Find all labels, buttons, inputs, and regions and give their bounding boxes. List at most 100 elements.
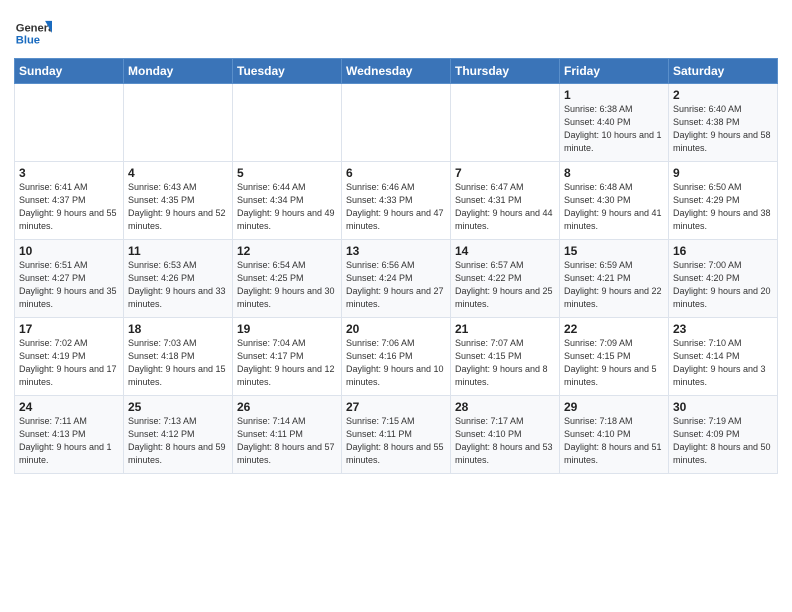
day-number: 1 [564,88,664,102]
day-number: 4 [128,166,228,180]
day-info: Sunrise: 7:19 AM Sunset: 4:09 PM Dayligh… [673,415,773,467]
day-number: 12 [237,244,337,258]
calendar-cell: 9Sunrise: 6:50 AM Sunset: 4:29 PM Daylig… [669,162,778,240]
logo: General Blue [14,14,52,52]
calendar-cell: 19Sunrise: 7:04 AM Sunset: 4:17 PM Dayli… [233,318,342,396]
col-header-friday: Friday [560,59,669,84]
calendar-cell: 29Sunrise: 7:18 AM Sunset: 4:10 PM Dayli… [560,396,669,474]
day-info: Sunrise: 6:43 AM Sunset: 4:35 PM Dayligh… [128,181,228,233]
calendar-cell: 13Sunrise: 6:56 AM Sunset: 4:24 PM Dayli… [342,240,451,318]
calendar-cell: 5Sunrise: 6:44 AM Sunset: 4:34 PM Daylig… [233,162,342,240]
calendar-cell: 25Sunrise: 7:13 AM Sunset: 4:12 PM Dayli… [124,396,233,474]
day-info: Sunrise: 7:09 AM Sunset: 4:15 PM Dayligh… [564,337,664,389]
day-number: 11 [128,244,228,258]
day-number: 30 [673,400,773,414]
day-number: 9 [673,166,773,180]
day-info: Sunrise: 7:15 AM Sunset: 4:11 PM Dayligh… [346,415,446,467]
calendar-cell [124,84,233,162]
calendar-cell: 17Sunrise: 7:02 AM Sunset: 4:19 PM Dayli… [15,318,124,396]
calendar-cell: 23Sunrise: 7:10 AM Sunset: 4:14 PM Dayli… [669,318,778,396]
logo-icon: General Blue [14,14,52,52]
col-header-thursday: Thursday [451,59,560,84]
day-number: 21 [455,322,555,336]
week-row-1: 1Sunrise: 6:38 AM Sunset: 4:40 PM Daylig… [15,84,778,162]
day-info: Sunrise: 6:48 AM Sunset: 4:30 PM Dayligh… [564,181,664,233]
day-info: Sunrise: 6:44 AM Sunset: 4:34 PM Dayligh… [237,181,337,233]
svg-text:General: General [16,22,52,34]
calendar-cell: 1Sunrise: 6:38 AM Sunset: 4:40 PM Daylig… [560,84,669,162]
col-header-sunday: Sunday [15,59,124,84]
calendar-cell: 28Sunrise: 7:17 AM Sunset: 4:10 PM Dayli… [451,396,560,474]
header-row: SundayMondayTuesdayWednesdayThursdayFrid… [15,59,778,84]
day-info: Sunrise: 7:04 AM Sunset: 4:17 PM Dayligh… [237,337,337,389]
day-info: Sunrise: 6:46 AM Sunset: 4:33 PM Dayligh… [346,181,446,233]
day-number: 26 [237,400,337,414]
day-info: Sunrise: 7:13 AM Sunset: 4:12 PM Dayligh… [128,415,228,467]
day-info: Sunrise: 6:53 AM Sunset: 4:26 PM Dayligh… [128,259,228,311]
day-info: Sunrise: 6:54 AM Sunset: 4:25 PM Dayligh… [237,259,337,311]
day-info: Sunrise: 6:41 AM Sunset: 4:37 PM Dayligh… [19,181,119,233]
calendar-cell: 15Sunrise: 6:59 AM Sunset: 4:21 PM Dayli… [560,240,669,318]
day-number: 28 [455,400,555,414]
calendar-cell [342,84,451,162]
col-header-monday: Monday [124,59,233,84]
day-number: 25 [128,400,228,414]
calendar-cell: 21Sunrise: 7:07 AM Sunset: 4:15 PM Dayli… [451,318,560,396]
calendar-cell: 3Sunrise: 6:41 AM Sunset: 4:37 PM Daylig… [15,162,124,240]
day-number: 23 [673,322,773,336]
week-row-3: 10Sunrise: 6:51 AM Sunset: 4:27 PM Dayli… [15,240,778,318]
calendar-cell [15,84,124,162]
calendar-cell: 6Sunrise: 6:46 AM Sunset: 4:33 PM Daylig… [342,162,451,240]
day-info: Sunrise: 6:56 AM Sunset: 4:24 PM Dayligh… [346,259,446,311]
day-number: 29 [564,400,664,414]
day-number: 20 [346,322,446,336]
day-number: 5 [237,166,337,180]
calendar-cell: 8Sunrise: 6:48 AM Sunset: 4:30 PM Daylig… [560,162,669,240]
day-info: Sunrise: 7:07 AM Sunset: 4:15 PM Dayligh… [455,337,555,389]
day-number: 2 [673,88,773,102]
header: General Blue [14,10,778,52]
week-row-2: 3Sunrise: 6:41 AM Sunset: 4:37 PM Daylig… [15,162,778,240]
day-info: Sunrise: 6:59 AM Sunset: 4:21 PM Dayligh… [564,259,664,311]
day-number: 13 [346,244,446,258]
day-info: Sunrise: 7:11 AM Sunset: 4:13 PM Dayligh… [19,415,119,467]
day-info: Sunrise: 7:03 AM Sunset: 4:18 PM Dayligh… [128,337,228,389]
day-number: 27 [346,400,446,414]
day-info: Sunrise: 6:50 AM Sunset: 4:29 PM Dayligh… [673,181,773,233]
day-number: 17 [19,322,119,336]
calendar-cell: 16Sunrise: 7:00 AM Sunset: 4:20 PM Dayli… [669,240,778,318]
day-info: Sunrise: 6:38 AM Sunset: 4:40 PM Dayligh… [564,103,664,155]
day-info: Sunrise: 7:10 AM Sunset: 4:14 PM Dayligh… [673,337,773,389]
col-header-wednesday: Wednesday [342,59,451,84]
calendar-cell: 18Sunrise: 7:03 AM Sunset: 4:18 PM Dayli… [124,318,233,396]
calendar-cell: 22Sunrise: 7:09 AM Sunset: 4:15 PM Dayli… [560,318,669,396]
calendar-cell: 30Sunrise: 7:19 AM Sunset: 4:09 PM Dayli… [669,396,778,474]
calendar-cell: 10Sunrise: 6:51 AM Sunset: 4:27 PM Dayli… [15,240,124,318]
page: General Blue SundayMondayTuesdayWednesda… [0,0,792,612]
day-info: Sunrise: 7:00 AM Sunset: 4:20 PM Dayligh… [673,259,773,311]
calendar-table: SundayMondayTuesdayWednesdayThursdayFrid… [14,58,778,474]
day-number: 3 [19,166,119,180]
day-info: Sunrise: 6:47 AM Sunset: 4:31 PM Dayligh… [455,181,555,233]
col-header-tuesday: Tuesday [233,59,342,84]
calendar-cell: 11Sunrise: 6:53 AM Sunset: 4:26 PM Dayli… [124,240,233,318]
day-info: Sunrise: 7:18 AM Sunset: 4:10 PM Dayligh… [564,415,664,467]
calendar-cell: 7Sunrise: 6:47 AM Sunset: 4:31 PM Daylig… [451,162,560,240]
day-number: 10 [19,244,119,258]
week-row-4: 17Sunrise: 7:02 AM Sunset: 4:19 PM Dayli… [15,318,778,396]
calendar-cell: 12Sunrise: 6:54 AM Sunset: 4:25 PM Dayli… [233,240,342,318]
day-number: 14 [455,244,555,258]
day-number: 19 [237,322,337,336]
calendar-cell [233,84,342,162]
day-number: 7 [455,166,555,180]
day-info: Sunrise: 6:57 AM Sunset: 4:22 PM Dayligh… [455,259,555,311]
day-info: Sunrise: 6:40 AM Sunset: 4:38 PM Dayligh… [673,103,773,155]
calendar-cell: 4Sunrise: 6:43 AM Sunset: 4:35 PM Daylig… [124,162,233,240]
day-info: Sunrise: 7:14 AM Sunset: 4:11 PM Dayligh… [237,415,337,467]
day-info: Sunrise: 7:02 AM Sunset: 4:19 PM Dayligh… [19,337,119,389]
day-info: Sunrise: 6:51 AM Sunset: 4:27 PM Dayligh… [19,259,119,311]
day-number: 8 [564,166,664,180]
day-number: 18 [128,322,228,336]
calendar-cell [451,84,560,162]
calendar-cell: 26Sunrise: 7:14 AM Sunset: 4:11 PM Dayli… [233,396,342,474]
